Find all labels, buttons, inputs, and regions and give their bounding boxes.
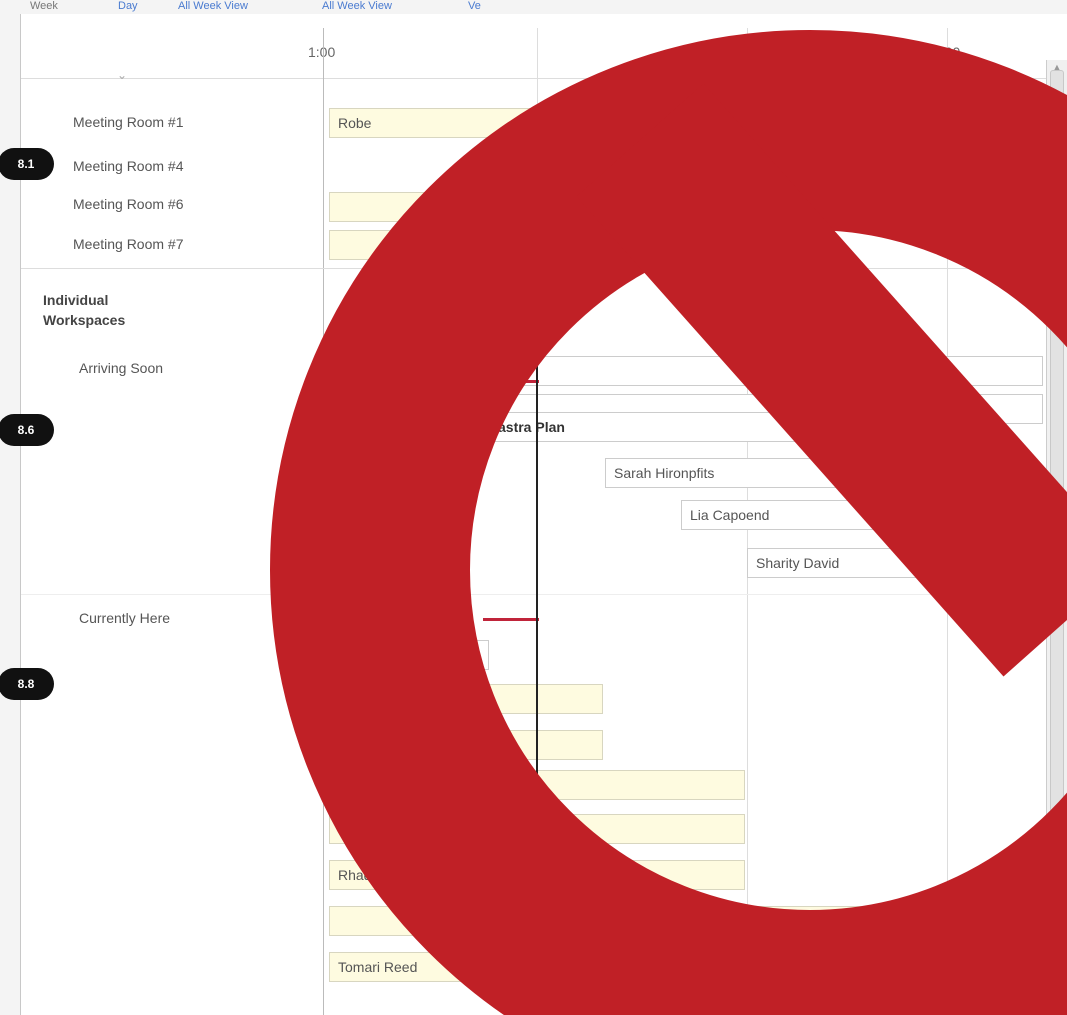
arriving-soon-label: Arriving Soon xyxy=(79,360,164,376)
event-block[interactable]: Tomari Reed xyxy=(329,952,955,982)
toolbar-week-tab[interactable]: Week xyxy=(30,0,58,12)
scheduler-grid: 1:00 4:00 ⌄ Meeting Room #1 Meeting Room… xyxy=(20,14,1067,1015)
resource-label: Meeting Room #7 xyxy=(73,236,184,252)
toolbar-day-tab[interactable]: Day xyxy=(118,0,138,12)
toolbar-all-week-view-tab-2[interactable]: All Week View xyxy=(322,0,392,12)
event-block[interactable]: ahley xyxy=(329,684,603,714)
event-block[interactable] xyxy=(329,356,1043,386)
event-block[interactable]: Robin Millhan xyxy=(855,192,1043,222)
arrival-indicator xyxy=(461,380,539,383)
event-block[interactable] xyxy=(329,906,895,936)
event-block[interactable]: Mahastra Plan xyxy=(461,412,801,442)
presence-indicator xyxy=(483,618,539,621)
section-divider xyxy=(21,268,1067,269)
event-block[interactable] xyxy=(601,150,1043,180)
section-title-line: Individual xyxy=(43,292,109,308)
event-block[interactable]: Sharity David xyxy=(747,548,1007,578)
resource-label: Meeting Room #6 xyxy=(73,196,184,212)
row-divider xyxy=(21,594,1067,595)
resource-label: Meeting Room #1 xyxy=(73,114,184,130)
time-label-1: 1:00 xyxy=(308,44,336,60)
step-badge: 8.8 xyxy=(0,668,54,700)
toolbar-view-tab[interactable]: Ve xyxy=(468,0,481,12)
step-badge: 8.1 xyxy=(0,148,54,180)
event-block[interactable] xyxy=(329,640,489,670)
toolbar-all-week-view-tab[interactable]: All Week View xyxy=(178,0,248,12)
scrollbar-thumb[interactable] xyxy=(1050,70,1064,990)
vertical-scrollbar[interactable]: ▲ ▼ xyxy=(1046,60,1067,1000)
event-block[interactable]: ms xyxy=(329,730,603,760)
currently-here-label: Currently Here xyxy=(79,610,171,626)
sort-arrow-icon[interactable]: ⌄ xyxy=(117,68,127,82)
time-header: 1:00 4:00 ⌄ xyxy=(21,24,1067,82)
current-time-line xyxy=(536,280,538,880)
resource-column-divider xyxy=(323,28,324,1015)
section-title: Individual Workspaces xyxy=(43,290,125,330)
event-block[interactable]: Lia Capoend xyxy=(681,500,941,530)
event-block[interactable]: Sarah Hironpfits xyxy=(605,458,865,488)
event-block[interactable]: Robe xyxy=(329,108,807,138)
resource-label: Meeting Room #4 xyxy=(73,158,184,174)
scroll-down-icon[interactable]: ▼ xyxy=(1052,988,1062,998)
step-badge: 8.6 xyxy=(0,414,54,446)
event-block[interactable] xyxy=(329,192,469,222)
event-block[interactable] xyxy=(329,230,685,260)
section-title-line: Workspaces xyxy=(43,312,126,328)
